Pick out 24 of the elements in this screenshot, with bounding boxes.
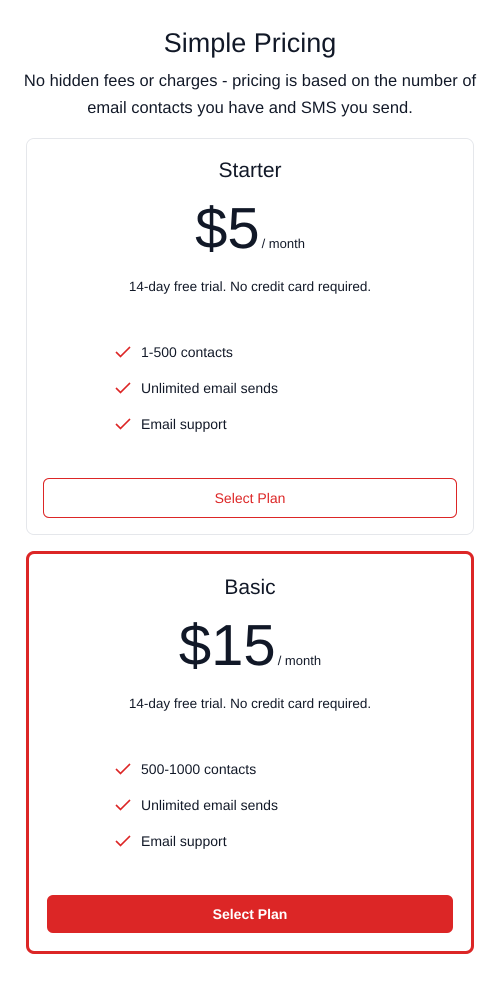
trial-note: 14-day free trial. No credit card required.: [128, 696, 372, 711]
trial-note: 14-day free trial. No credit card required.: [128, 279, 372, 294]
plan-price: $5: [195, 195, 260, 263]
check-icon: [115, 382, 131, 394]
feature-text: Email support: [141, 833, 227, 849]
check-icon: [115, 835, 131, 847]
page-title: Simple Pricing: [162, 27, 338, 60]
price-period: / month: [262, 236, 305, 251]
page-subtitle: No hidden fees or charges - pricing is based on the number of email contacts you have and SMS you send.: [22, 71, 478, 119]
feature-text: 500-1000 contacts: [141, 761, 256, 777]
check-icon: [115, 418, 131, 430]
select-plan-button[interactable]: Select Plan: [47, 895, 453, 933]
feature-text: Email support: [141, 416, 227, 432]
feature-text: Unlimited email sends: [141, 797, 278, 813]
check-icon: [115, 799, 131, 811]
feature-text: 1-500 contacts: [141, 344, 233, 360]
plan-name: Starter: [218, 158, 282, 184]
check-icon: [115, 346, 131, 358]
feature-text: Unlimited email sends: [141, 380, 278, 396]
price-period: / month: [278, 653, 322, 668]
select-plan-button[interactable]: Select Plan: [43, 478, 457, 518]
plan-price: $15: [178, 612, 276, 680]
check-icon: [115, 763, 131, 775]
plan-name: Basic: [224, 575, 276, 601]
